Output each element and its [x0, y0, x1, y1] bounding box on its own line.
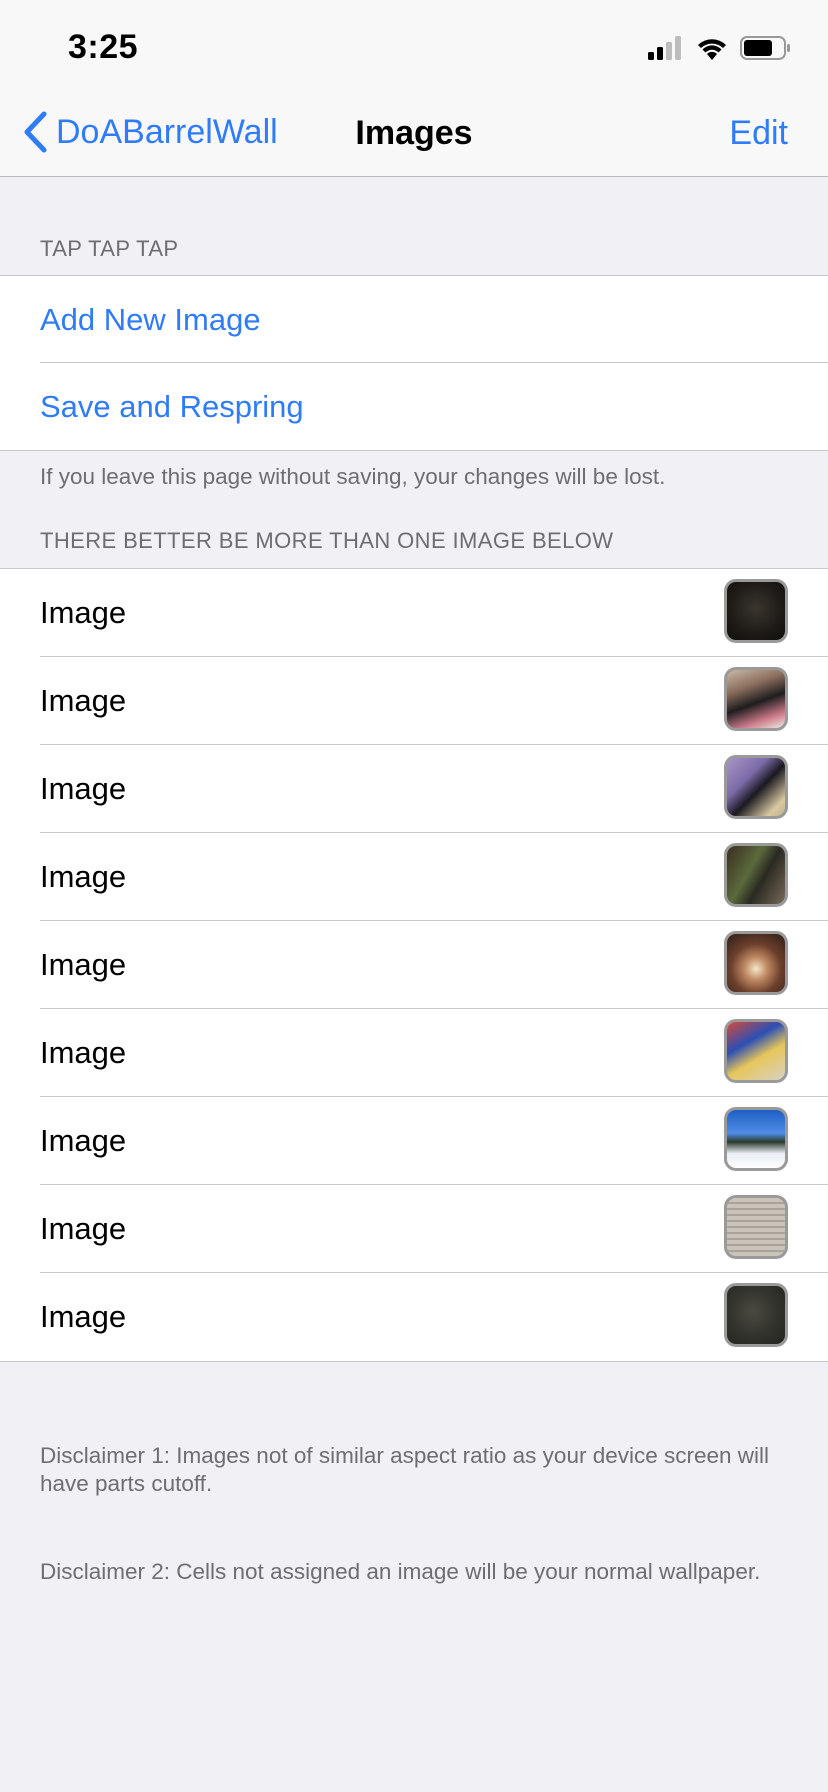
image-row[interactable]: Image: [0, 569, 828, 657]
image-row-label: Image: [40, 1035, 127, 1070]
section-footer-warning: If you leave this page without saving, y…: [40, 464, 666, 489]
actions-group: Add New Image Save and Respring: [0, 275, 828, 451]
image-row[interactable]: Image: [0, 832, 828, 921]
image-thumbnail: [724, 931, 788, 995]
save-and-respring-button[interactable]: Save and Respring: [0, 362, 828, 450]
image-row[interactable]: Image: [0, 1096, 828, 1185]
image-thumbnail: [724, 755, 788, 819]
status-icons: [648, 36, 792, 60]
image-row-label: Image: [40, 771, 127, 806]
navigation-bar: DoABarrelWall Images Edit: [0, 100, 828, 177]
status-bar: 3:25: [0, 0, 828, 100]
image-row-label: Image: [40, 1211, 127, 1246]
section-header-images: THERE BETTER BE MORE THAN ONE IMAGE BELO…: [40, 528, 614, 553]
image-row[interactable]: Image: [0, 1184, 828, 1273]
image-thumbnail: [724, 1019, 788, 1083]
image-row[interactable]: Image: [0, 920, 828, 1009]
image-row-label: Image: [40, 947, 127, 982]
images-group: Image Image Image Image Image Image Imag…: [0, 568, 828, 1362]
image-row-label: Image: [40, 859, 127, 894]
image-thumbnail: [724, 1195, 788, 1259]
image-row-label: Image: [40, 1299, 127, 1334]
wifi-icon: [698, 39, 726, 60]
image-thumbnail: [724, 1107, 788, 1171]
battery-icon: [740, 36, 790, 60]
image-row-label: Image: [40, 595, 127, 630]
disclaimer-2: Disclaimer 2: Cells not assigned an imag…: [40, 1559, 761, 1584]
image-row-label: Image: [40, 1123, 127, 1158]
image-row[interactable]: Image: [0, 744, 828, 833]
image-row[interactable]: Image: [0, 656, 828, 745]
image-thumbnail: [724, 843, 788, 907]
cellular-signal-icon: [648, 36, 681, 60]
disclaimer-1: Disclaimer 1: Images not of similar aspe…: [40, 1443, 770, 1496]
image-row[interactable]: Image: [0, 1008, 828, 1097]
image-row[interactable]: Image: [0, 1272, 828, 1361]
status-time: 3:25: [68, 28, 139, 66]
image-row-label: Image: [40, 683, 127, 718]
add-new-image-button[interactable]: Add New Image: [0, 276, 828, 363]
edit-button[interactable]: Edit: [729, 114, 788, 153]
section-header-tap: TAP TAP TAP: [40, 236, 179, 261]
image-thumbnail: [724, 1283, 788, 1347]
page-title: Images: [355, 114, 473, 152]
image-thumbnail: [724, 579, 788, 643]
image-thumbnail: [724, 667, 788, 731]
